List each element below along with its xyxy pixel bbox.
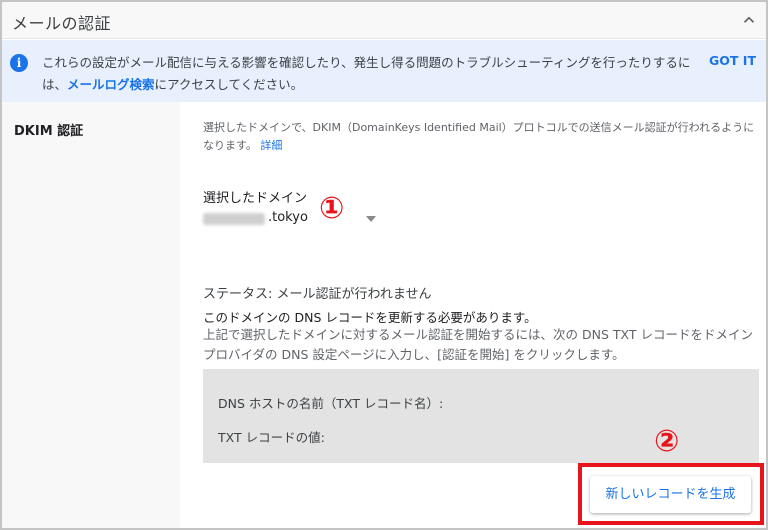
section-title: メールの認証 xyxy=(12,14,112,33)
domain-value: .tokyo xyxy=(268,210,308,225)
got-it-button[interactable]: GOT IT xyxy=(709,53,756,68)
description-text: 選択したドメインで、DKIM（DomainKeys Identified Mai… xyxy=(203,121,755,152)
chevron-up-icon[interactable] xyxy=(740,11,758,29)
selected-domain-label: 選択したドメイン xyxy=(203,191,308,206)
info-icon: i xyxy=(10,54,28,72)
dropdown-arrow-icon[interactable] xyxy=(366,216,376,222)
redacted-domain xyxy=(203,213,265,225)
step-badge-1: ① xyxy=(319,191,345,226)
banner-text-prefix: は、 xyxy=(42,77,68,92)
status-text: ステータス: メール認証が行われません xyxy=(203,287,432,302)
settings-label-column: DKIM 認証 xyxy=(2,102,180,528)
dkim-label: DKIM 認証 xyxy=(14,124,84,139)
domain-select[interactable]: .tokyo xyxy=(203,210,379,230)
details-link[interactable]: 詳細 xyxy=(260,139,282,152)
dns-instruction: 上記で選択したドメインに対するメール認証を開始するには、次の DNS TXT レ… xyxy=(203,327,753,362)
dns-update-notice: このドメインの DNS レコードを更新する必要があります。 xyxy=(203,310,537,325)
txt-record-label: TXT レコードの値: xyxy=(218,430,325,445)
email-log-search-link[interactable]: メールログ検索 xyxy=(67,77,155,92)
section-header[interactable]: メールの認証 xyxy=(2,2,766,39)
step-badge-2: ② xyxy=(654,424,680,459)
banner-text-suffix: にアクセスしてください。 xyxy=(154,77,304,92)
dns-host-label: DNS ホストの名前（TXT レコード名）: xyxy=(218,396,444,411)
info-banner: i これらの設定がメール配信に与える影響を確認したり、発生し得る問題のトラブルシ… xyxy=(2,40,766,102)
generate-record-button[interactable]: 新しいレコードを生成 xyxy=(590,476,751,513)
dkim-description: 選択したドメインで、DKIM（DomainKeys Identified Mai… xyxy=(203,119,755,155)
banner-text-line1: これらの設定がメール配信に与える影響を確認したり、発生し得る問題のトラブルシュー… xyxy=(42,55,691,70)
banner-text: これらの設定がメール配信に与える影響を確認したり、発生し得る問題のトラブルシュー… xyxy=(42,52,710,96)
